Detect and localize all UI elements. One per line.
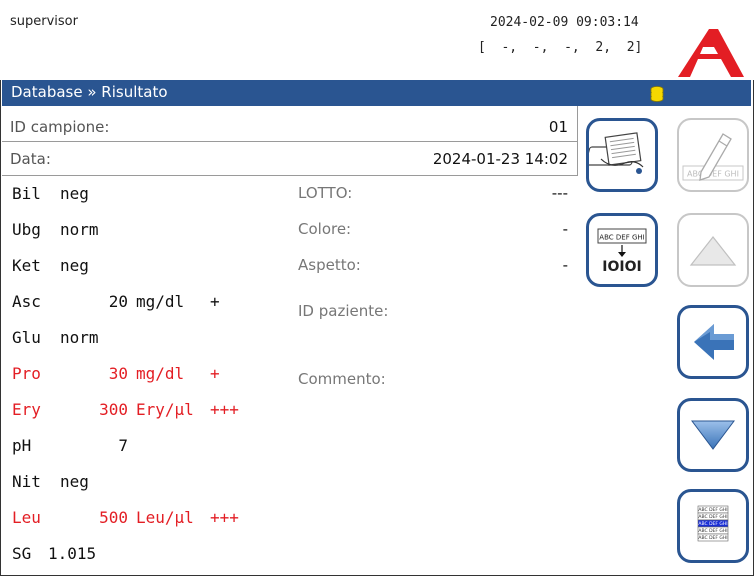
- result-name: SG: [12, 544, 32, 563]
- status-header: supervisor 2024-02-09 09:03:14 [ -, -, -…: [0, 0, 754, 80]
- result-name: Ubg: [12, 220, 41, 239]
- vertical-divider: [577, 106, 578, 176]
- up-arrow-icon: [689, 236, 737, 266]
- result-row-pro: Pro 30 mg/dl +: [12, 364, 220, 383]
- result-value: neg: [60, 472, 89, 491]
- title-bar: Database » Risultato: [2, 80, 751, 106]
- result-value: neg: [60, 184, 89, 203]
- color-value: -: [562, 220, 568, 238]
- result-unit: Ery/µl: [136, 400, 194, 419]
- result-row-asc: Asc 20 mg/dl +: [12, 292, 220, 311]
- result-value: 7: [118, 436, 128, 455]
- result-value: norm: [60, 328, 99, 347]
- ocr-digits: IOIOI: [602, 259, 641, 275]
- result-name: Asc: [12, 292, 41, 311]
- result-row-sg: SG 1.015: [12, 544, 116, 563]
- result-row-nit: Nit neg: [12, 472, 128, 491]
- date-label: Data:: [10, 150, 51, 168]
- result-value: 30: [108, 364, 128, 383]
- result-row-ket: Ket neg: [12, 256, 128, 275]
- pencil-icon: ABC DEF GHI: [682, 133, 744, 181]
- appearance-label: Aspetto:: [298, 256, 361, 274]
- date-value: 2024-01-23 14:02: [432, 150, 568, 168]
- svg-text:ABC DEF GHI: ABC DEF GHI: [698, 535, 727, 541]
- print-button[interactable]: [586, 118, 658, 192]
- result-row-glu: Glu norm: [12, 328, 128, 347]
- result-flag: +++: [210, 508, 239, 527]
- lis-send-button[interactable]: ABC DEF GHI IOIOI: [586, 213, 658, 287]
- patient-id-label: ID paziente:: [298, 302, 389, 320]
- page-title: Database » Risultato: [11, 83, 168, 101]
- edit-button[interactable]: ABC DEF GHI: [677, 118, 749, 192]
- down-arrow-icon: [691, 420, 735, 450]
- brand-logo: [678, 29, 744, 77]
- print-icon: [589, 132, 644, 174]
- user-name: supervisor: [10, 14, 78, 29]
- result-name: Ket: [12, 256, 41, 275]
- result-name: Pro: [12, 364, 41, 383]
- result-unit: Leu/µl: [136, 508, 194, 527]
- svg-text:ABC DEF GHI: ABC DEF GHI: [698, 528, 727, 534]
- result-row-ubg: Ubg norm: [12, 220, 128, 239]
- svg-text:ABC DEF GHI: ABC DEF GHI: [698, 514, 727, 520]
- result-value: 500: [99, 508, 128, 527]
- result-name: Leu: [12, 508, 41, 527]
- result-flag: +: [210, 292, 220, 311]
- svg-text:ABC DEF GHI: ABC DEF GHI: [698, 521, 727, 527]
- sample-id-value: 01: [548, 118, 568, 136]
- result-name: Glu: [12, 328, 41, 347]
- result-row-bil: Bil neg: [12, 184, 128, 203]
- appearance-value: -: [562, 256, 568, 274]
- barcode-transfer-icon: ABC DEF GHI IOIOI: [597, 228, 647, 275]
- result-value: 20: [108, 292, 128, 311]
- scroll-up-button[interactable]: [677, 213, 749, 287]
- scroll-down-button[interactable]: [677, 398, 749, 472]
- list-view-button[interactable]: ABC DEF GHI ABC DEF GHI ABC DEF GHI ABC …: [677, 489, 749, 563]
- sample-id-label: ID campione:: [10, 118, 110, 136]
- lot-value: ---: [551, 184, 568, 202]
- result-unit: mg/dl: [136, 364, 185, 383]
- list-icon: ABC DEF GHI ABC DEF GHI ABC DEF GHI ABC …: [697, 505, 729, 542]
- result-value: neg: [60, 256, 89, 275]
- comment-label: Commento:: [298, 370, 386, 388]
- result-row-ery: Ery 300 Ery/µl +++: [12, 400, 239, 419]
- result-name: Ery: [12, 400, 41, 419]
- ocr-label: ABC DEF GHI: [599, 234, 644, 242]
- result-flag: +: [210, 364, 220, 383]
- result-value: norm: [60, 220, 99, 239]
- result-value: 1.015: [48, 544, 97, 563]
- lot-label: LOTTO:: [298, 184, 353, 202]
- back-button[interactable]: [677, 305, 749, 379]
- status-indicator: [ -, -, -, 2, 2]: [478, 40, 643, 55]
- result-value: 300: [99, 400, 128, 419]
- result-name: Nit: [12, 472, 41, 491]
- divider: [2, 175, 578, 176]
- left-arrow-icon: [694, 324, 734, 360]
- clock: 2024-02-09 09:03:14: [490, 15, 639, 30]
- result-unit: mg/dl: [136, 292, 185, 311]
- result-flag: +++: [210, 400, 239, 419]
- result-row-leu: Leu 500 Leu/µl +++: [12, 508, 239, 527]
- result-name: Bil: [12, 184, 41, 203]
- color-label: Colore:: [298, 220, 352, 238]
- result-name: pH: [12, 436, 32, 455]
- svg-text:ABC DEF GHI: ABC DEF GHI: [698, 507, 727, 513]
- result-row-ph: pH 7: [12, 436, 128, 455]
- database-icon: [650, 86, 664, 102]
- divider: [2, 141, 578, 142]
